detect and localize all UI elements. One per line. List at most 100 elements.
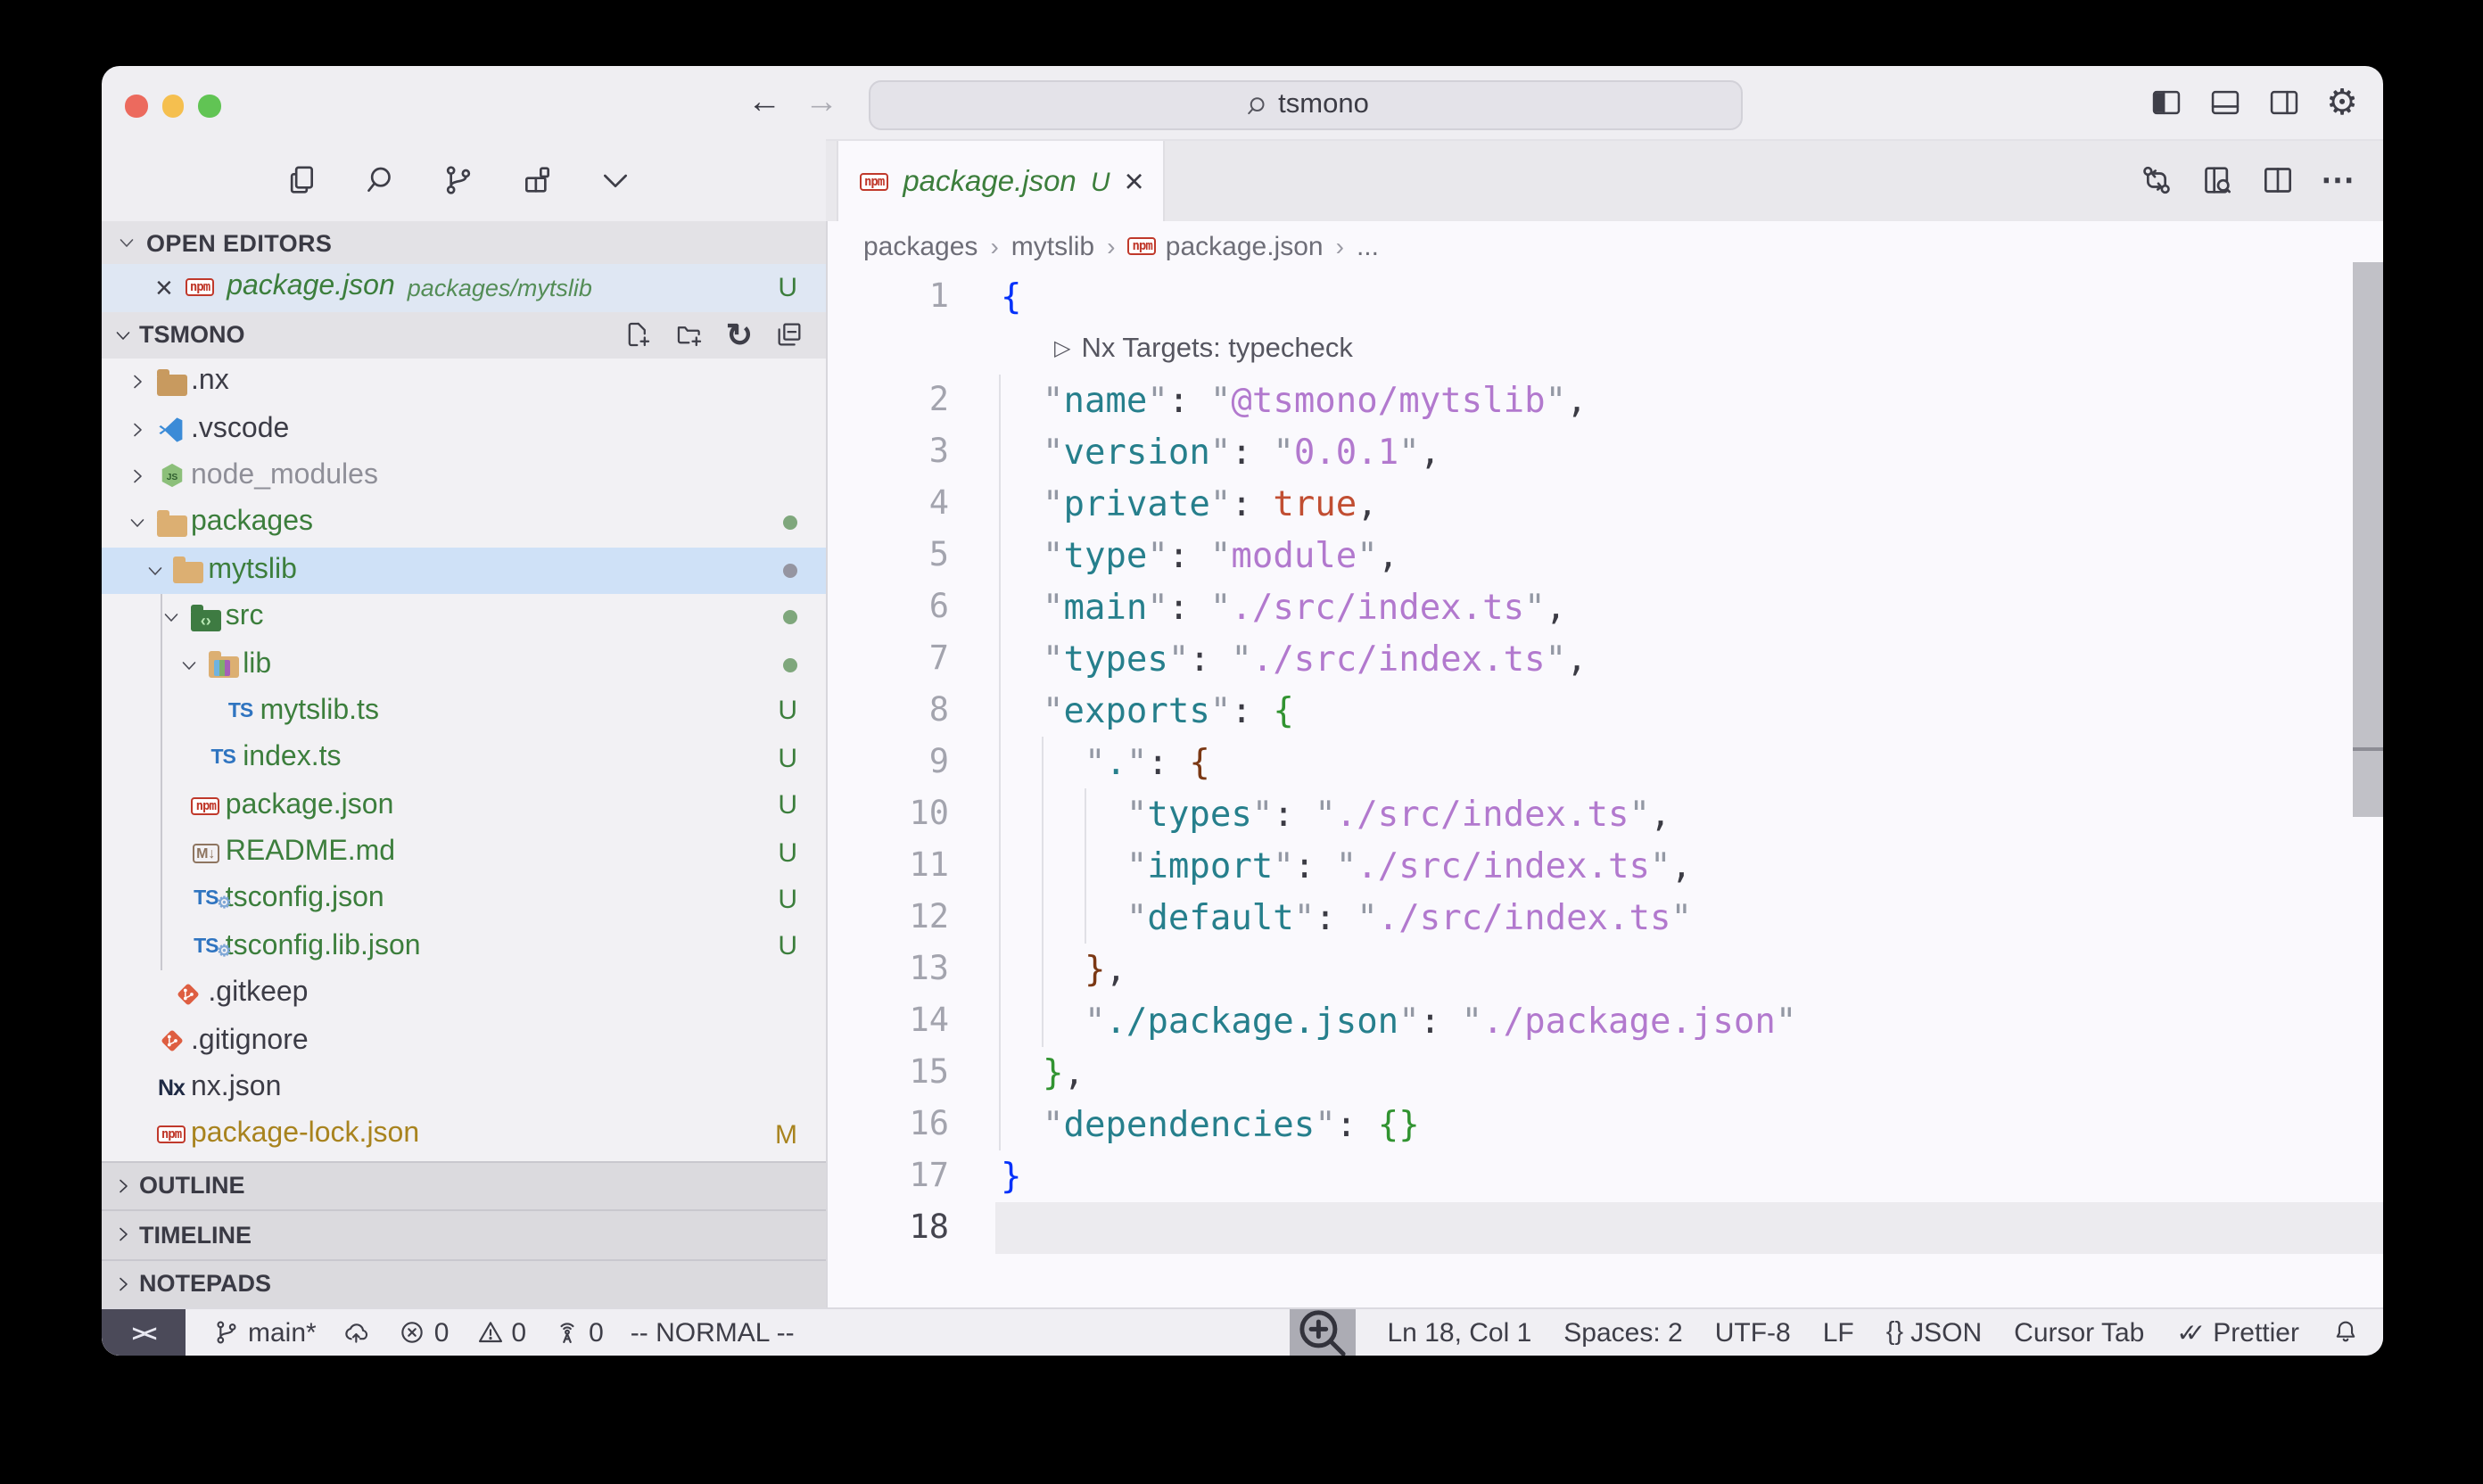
breadcrumb-item[interactable]: packages (863, 231, 978, 261)
split-editor-icon[interactable] (2260, 162, 2296, 198)
refresh-icon[interactable]: ↻ (726, 319, 753, 351)
line-number: 18 (828, 1202, 949, 1254)
gear-icon[interactable]: ⚙ (2326, 85, 2358, 120)
sync[interactable] (343, 1318, 372, 1347)
breadcrumb-item[interactable]: mytslib (1011, 231, 1094, 261)
chevron-down-icon[interactable] (598, 162, 633, 198)
code-line: "exports": { (1001, 685, 1294, 737)
panel-left-icon[interactable] (2149, 86, 2183, 120)
sidebar-section-timeline[interactable]: TIMELINE (102, 1209, 826, 1258)
tree-item-gitignore[interactable]: .gitignore (102, 1018, 826, 1065)
tree-item-lib[interactable]: lib (102, 641, 826, 688)
notifications[interactable] (2331, 1318, 2360, 1347)
new-file-icon[interactable] (623, 320, 653, 350)
tree-indent-guide (161, 594, 162, 970)
breadcrumb-item[interactable]: npmpackage.json (1127, 231, 1323, 261)
collapse-all-icon[interactable] (774, 320, 804, 350)
npm-icon: npm (186, 796, 226, 814)
workspace-section-header[interactable]: TSMONO ↻ (102, 311, 826, 359)
chevron-down-icon[interactable] (175, 654, 203, 675)
vscode-window: ← → tsmono ⚙ npm package.json U × ⋯ O (102, 66, 2383, 1356)
tree-item-vscode[interactable]: .vscode (102, 406, 826, 453)
close-tab-icon[interactable]: × (1125, 165, 1144, 199)
open-editor-item[interactable]: × npm package.json packages/mytslib U (102, 264, 826, 311)
code-line: "version": "0.0.1", (1001, 426, 1440, 478)
close-window-button[interactable] (125, 95, 147, 117)
navigate-back-button[interactable]: ← (747, 83, 781, 122)
zoom-indicator[interactable] (1290, 1309, 1356, 1356)
remote-indicator[interactable]: >< (102, 1309, 186, 1356)
explorer-action-buttons: ↻ (623, 311, 804, 359)
file-tree: .nx .vscodeJSnode_modulespackagesmytslibs… (102, 359, 826, 1158)
chevron-right-icon (112, 1274, 134, 1295)
node-icon: JS (152, 463, 191, 490)
indentation[interactable]: Spaces: 2 (1563, 1317, 1682, 1348)
tab-package-json[interactable]: npm package.json U × (837, 141, 1165, 223)
tab-label: package.json (903, 165, 1077, 199)
sidebar-section-notepads[interactable]: NOTEPADS (102, 1258, 826, 1307)
tree-item-tsconfig-lib-json[interactable]: TStsconfig.lib.jsonU (102, 923, 826, 970)
line-number: 8 (828, 685, 949, 737)
minimize-window-button[interactable] (161, 95, 184, 117)
file-name: package.json (226, 789, 394, 821)
diff-icon[interactable] (2139, 162, 2174, 198)
status-label: 0 (511, 1317, 526, 1348)
language-mode[interactable]: {}JSON (1886, 1317, 1982, 1348)
scrollbar-thumb[interactable] (2353, 262, 2383, 747)
panel-right-icon[interactable] (2267, 86, 2301, 120)
tree-item-mytslib[interactable]: mytslib (102, 547, 826, 594)
eol[interactable]: LF (1823, 1317, 1854, 1348)
tree-item-nx[interactable]: .nx (102, 359, 826, 406)
close-editor-icon[interactable]: × (155, 273, 173, 303)
tree-item-src[interactable]: src (102, 594, 826, 641)
more-icon[interactable]: ⋯ (2321, 163, 2355, 197)
tree-item-README-md[interactable]: M↓README.mdU (102, 829, 826, 877)
search-icon[interactable] (362, 162, 398, 198)
ports[interactable]: 0 (553, 1317, 604, 1348)
tree-item-mytslib-ts[interactable]: TSmytslib.tsU (102, 688, 826, 735)
tree-item-tsconfig-json[interactable]: TStsconfig.jsonU (102, 877, 826, 924)
tree-item-index-ts[interactable]: TSindex.tsU (102, 735, 826, 782)
line-number: 15 (828, 1047, 949, 1099)
errors[interactable]: 0 (399, 1317, 450, 1348)
new-folder-icon[interactable] (674, 320, 705, 350)
tree-item-package-lock-json[interactable]: npmpackage-lock.jsonM (102, 1112, 826, 1159)
source-control-icon[interactable] (441, 162, 476, 198)
command-center-search[interactable]: tsmono (869, 80, 1743, 130)
code-editor[interactable]: 1{▷Nx Targets: typecheck2 "name": "@tsmo… (828, 271, 2383, 1309)
breadcrumb-item[interactable]: ... (1357, 231, 1379, 261)
cursor-position[interactable]: Ln 18, Col 1 (1388, 1317, 1532, 1348)
encoding[interactable]: UTF-8 (1715, 1317, 1791, 1348)
warnings[interactable]: 0 (475, 1317, 526, 1348)
folder-src-icon (186, 604, 226, 631)
file-name: .nx (191, 366, 229, 398)
open-editors-header[interactable]: OPEN EDITORS (102, 221, 826, 264)
chevron-right-icon[interactable] (123, 418, 152, 440)
files-icon[interactable] (284, 162, 319, 198)
chevron-right-icon[interactable] (123, 371, 152, 392)
preview-icon[interactable] (2199, 162, 2235, 198)
vim-mode[interactable]: -- NORMAL -- (631, 1317, 795, 1348)
file-name: README.md (226, 837, 395, 869)
panel-bottom-icon[interactable] (2208, 86, 2242, 120)
status-label: JSON (1910, 1317, 1982, 1348)
line-number: 13 (828, 944, 949, 995)
navigate-forward-button[interactable]: → (804, 83, 838, 122)
chevron-down-icon[interactable] (140, 560, 169, 581)
tree-item-nx-json[interactable]: Nxnx.json (102, 1065, 826, 1112)
zoom-window-button[interactable] (198, 95, 220, 117)
tree-item-package-json[interactable]: npmpackage.jsonU (102, 782, 826, 829)
git-branch[interactable]: main* (212, 1317, 317, 1348)
codelens-nx-targets[interactable]: ▷Nx Targets: typecheck (1054, 323, 1353, 375)
tree-item-packages[interactable]: packages (102, 499, 826, 547)
chevron-down-icon[interactable] (123, 513, 152, 534)
editor-scrollbar[interactable] (2353, 262, 2383, 819)
tab-mode[interactable]: Cursor Tab (2014, 1317, 2144, 1348)
formatter[interactable]: ✓✓Prettier (2176, 1317, 2299, 1348)
tree-item-node-modules[interactable]: JSnode_modules (102, 453, 826, 500)
chevron-right-icon[interactable] (123, 466, 152, 487)
extensions-icon[interactable] (519, 162, 555, 198)
line-number: 17 (828, 1150, 949, 1202)
tree-item-gitkeep[interactable]: .gitkeep (102, 970, 826, 1018)
sidebar-section-outline[interactable]: OUTLINE (102, 1160, 826, 1209)
